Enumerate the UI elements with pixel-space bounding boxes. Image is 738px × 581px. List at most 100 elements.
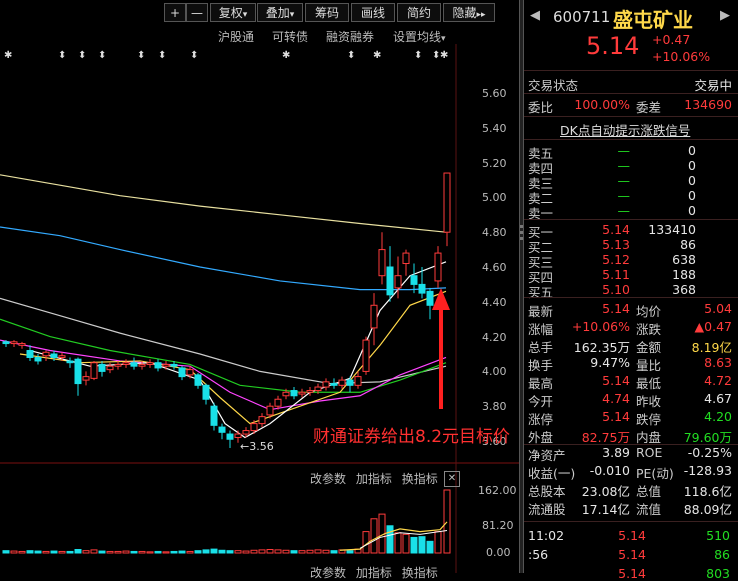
volume-bar: [50, 550, 58, 554]
event-marker[interactable]: ⬍: [414, 50, 422, 61]
candle-body: [234, 433, 242, 439]
hgt-link[interactable]: 沪股通: [218, 28, 254, 45]
volume-bar: [394, 532, 402, 554]
event-marker[interactable]: ⬍: [158, 50, 166, 61]
candle-body: [218, 426, 226, 433]
orderbook-divider: [524, 219, 738, 220]
candle-body: [370, 304, 378, 329]
kline-chart[interactable]: ✱ ⬍ ⬍ ⬍ ⬍ ⬍ ⬍ ✱ ⬍ ✱ ⬍ ⬍ ✱: [0, 44, 519, 573]
candle-body: [138, 363, 146, 367]
stat-value: -0.25%: [687, 445, 732, 460]
event-marker[interactable]: ⬍: [137, 50, 145, 61]
event-marker[interactable]: ⬍: [190, 50, 198, 61]
tick-volume: 803: [706, 566, 730, 581]
event-marker[interactable]: ⬍: [78, 50, 86, 61]
price-tick-label: 5.20: [482, 156, 507, 170]
volume-bar: [194, 550, 202, 554]
orderbook-divider: [524, 297, 738, 298]
rzrq-link[interactable]: 融资融券: [326, 28, 374, 45]
volume-bar: [170, 550, 178, 554]
stat-value: 8.63: [704, 355, 732, 370]
diejia-button[interactable]: 叠加▾: [257, 3, 303, 22]
candle-body: [50, 353, 58, 358]
dk-signal-link[interactable]: DK点自动提示涨跌信号: [560, 120, 690, 139]
volume-bar: [186, 550, 194, 554]
volume-bar: [34, 550, 42, 554]
price-tick-label: 5.60: [482, 87, 507, 100]
volume-axis-top: 162.00: [478, 484, 517, 497]
volume-axis-mid: 81.20: [482, 519, 514, 532]
candle-body: [322, 381, 330, 388]
event-marker[interactable]: ⬍: [347, 50, 355, 61]
candle-body: [202, 384, 210, 400]
switch-indicator-button-2[interactable]: 换指标: [402, 566, 438, 580]
yincang-button[interactable]: 隐藏▸▸: [443, 3, 495, 22]
price-tick-label: 4.20: [482, 330, 507, 344]
candle-body: [154, 362, 162, 369]
event-marker[interactable]: ✱: [4, 50, 12, 61]
ask-price: —: [617, 203, 631, 218]
volume-bar: [138, 550, 146, 554]
candle-body: [122, 362, 130, 365]
jianyue-button[interactable]: 简约: [397, 3, 441, 22]
yincang-label: 隐藏: [452, 6, 477, 20]
trade-status-label: 交易状态: [528, 78, 579, 93]
bid-volume: 86: [680, 237, 696, 252]
ma20-line: [0, 339, 447, 411]
candle-body: [210, 405, 218, 426]
event-marker[interactable]: ✱: [373, 50, 381, 61]
change-params-button-2[interactable]: 改参数: [310, 566, 346, 580]
event-marker[interactable]: ✱: [282, 50, 290, 61]
candle-body: [266, 405, 274, 416]
prev-stock-icon[interactable]: ◀: [530, 8, 540, 23]
ma-settings-link[interactable]: 设置均线▾: [393, 28, 446, 45]
ask-price: —: [617, 188, 631, 203]
tick-price: 5.14: [618, 528, 646, 543]
stat-label: ROE: [636, 445, 663, 460]
stat-value: 5.14: [602, 373, 630, 388]
stat-label: 涨停: [528, 412, 554, 427]
volume-bar: [290, 550, 298, 554]
candle-body: [426, 290, 434, 306]
add-indicator-button-2[interactable]: 加指标: [356, 566, 392, 580]
volume-bar: [162, 551, 170, 554]
candle-body: [186, 369, 194, 376]
fuquan-button[interactable]: 复权▾: [210, 3, 256, 22]
change-params-button[interactable]: 改参数: [310, 472, 346, 486]
chevron-down-icon: ▾: [242, 10, 248, 20]
candle-body: [274, 398, 282, 407]
stat-label: 总股本: [528, 484, 566, 499]
event-marker[interactable]: ⬍: [58, 50, 66, 61]
switch-indicator-button[interactable]: 换指标: [402, 472, 438, 486]
zoom-out-button[interactable]: —: [186, 3, 208, 22]
next-stock-icon[interactable]: ▶: [720, 8, 730, 23]
candles: [2, 172, 451, 448]
volume-bars: [2, 489, 451, 554]
chouma-button[interactable]: 筹码: [305, 3, 349, 22]
volume-bar: [90, 549, 98, 554]
volume-bar: [146, 551, 154, 554]
stat-label: 量比: [636, 358, 662, 373]
stat-label: 最高: [528, 376, 554, 391]
event-marker[interactable]: ⬍: [98, 50, 106, 61]
ask-volume: 0: [688, 203, 696, 218]
last-price: 5.14: [586, 32, 640, 60]
weicha-label: 委差: [636, 100, 662, 115]
volume-bar: [98, 550, 106, 554]
event-markers: ✱ ⬍ ⬍ ⬍ ⬍ ⬍ ⬍ ✱ ⬍ ✱ ⬍ ⬍ ✱: [4, 50, 448, 61]
kzz-link[interactable]: 可转债: [272, 28, 308, 45]
event-marker[interactable]: ✱: [440, 50, 448, 61]
huaxian-button[interactable]: 画线: [351, 3, 395, 22]
zoom-in-button[interactable]: +: [164, 3, 186, 22]
stat-value: 118.6亿: [683, 484, 732, 499]
candle-body: [42, 351, 50, 357]
stat-label: 今开: [528, 394, 554, 409]
close-icon[interactable]: ✕: [444, 471, 460, 487]
add-indicator-button[interactable]: 加指标: [356, 472, 392, 486]
stat-value: 23.08亿: [581, 484, 630, 499]
ma5-line: [29, 261, 447, 439]
candle-body: [418, 283, 426, 294]
ask-volume: 0: [688, 143, 696, 158]
ask-volume: 0: [688, 173, 696, 188]
candle-body: [434, 252, 442, 282]
